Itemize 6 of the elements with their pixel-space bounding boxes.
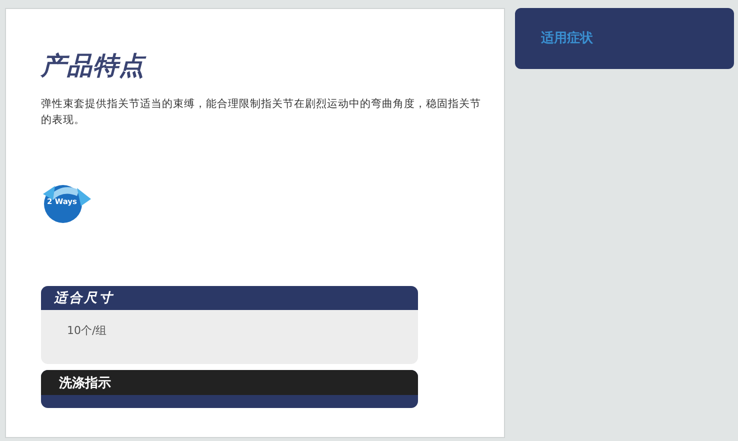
page-title: 产品特点: [41, 50, 148, 82]
section-header[interactable]: 适合尺寸: [41, 286, 418, 310]
description-text: 弹性束套提供指关节适当的束缚，能合理限制指关节在剧烈运动中的弯曲角度，稳固指关节的表现。: [41, 97, 481, 128]
section-header[interactable]: 洗涤指示: [41, 370, 418, 395]
section-text: 10个/组: [67, 324, 107, 337]
sidebar-title: 适用症状: [541, 31, 593, 46]
